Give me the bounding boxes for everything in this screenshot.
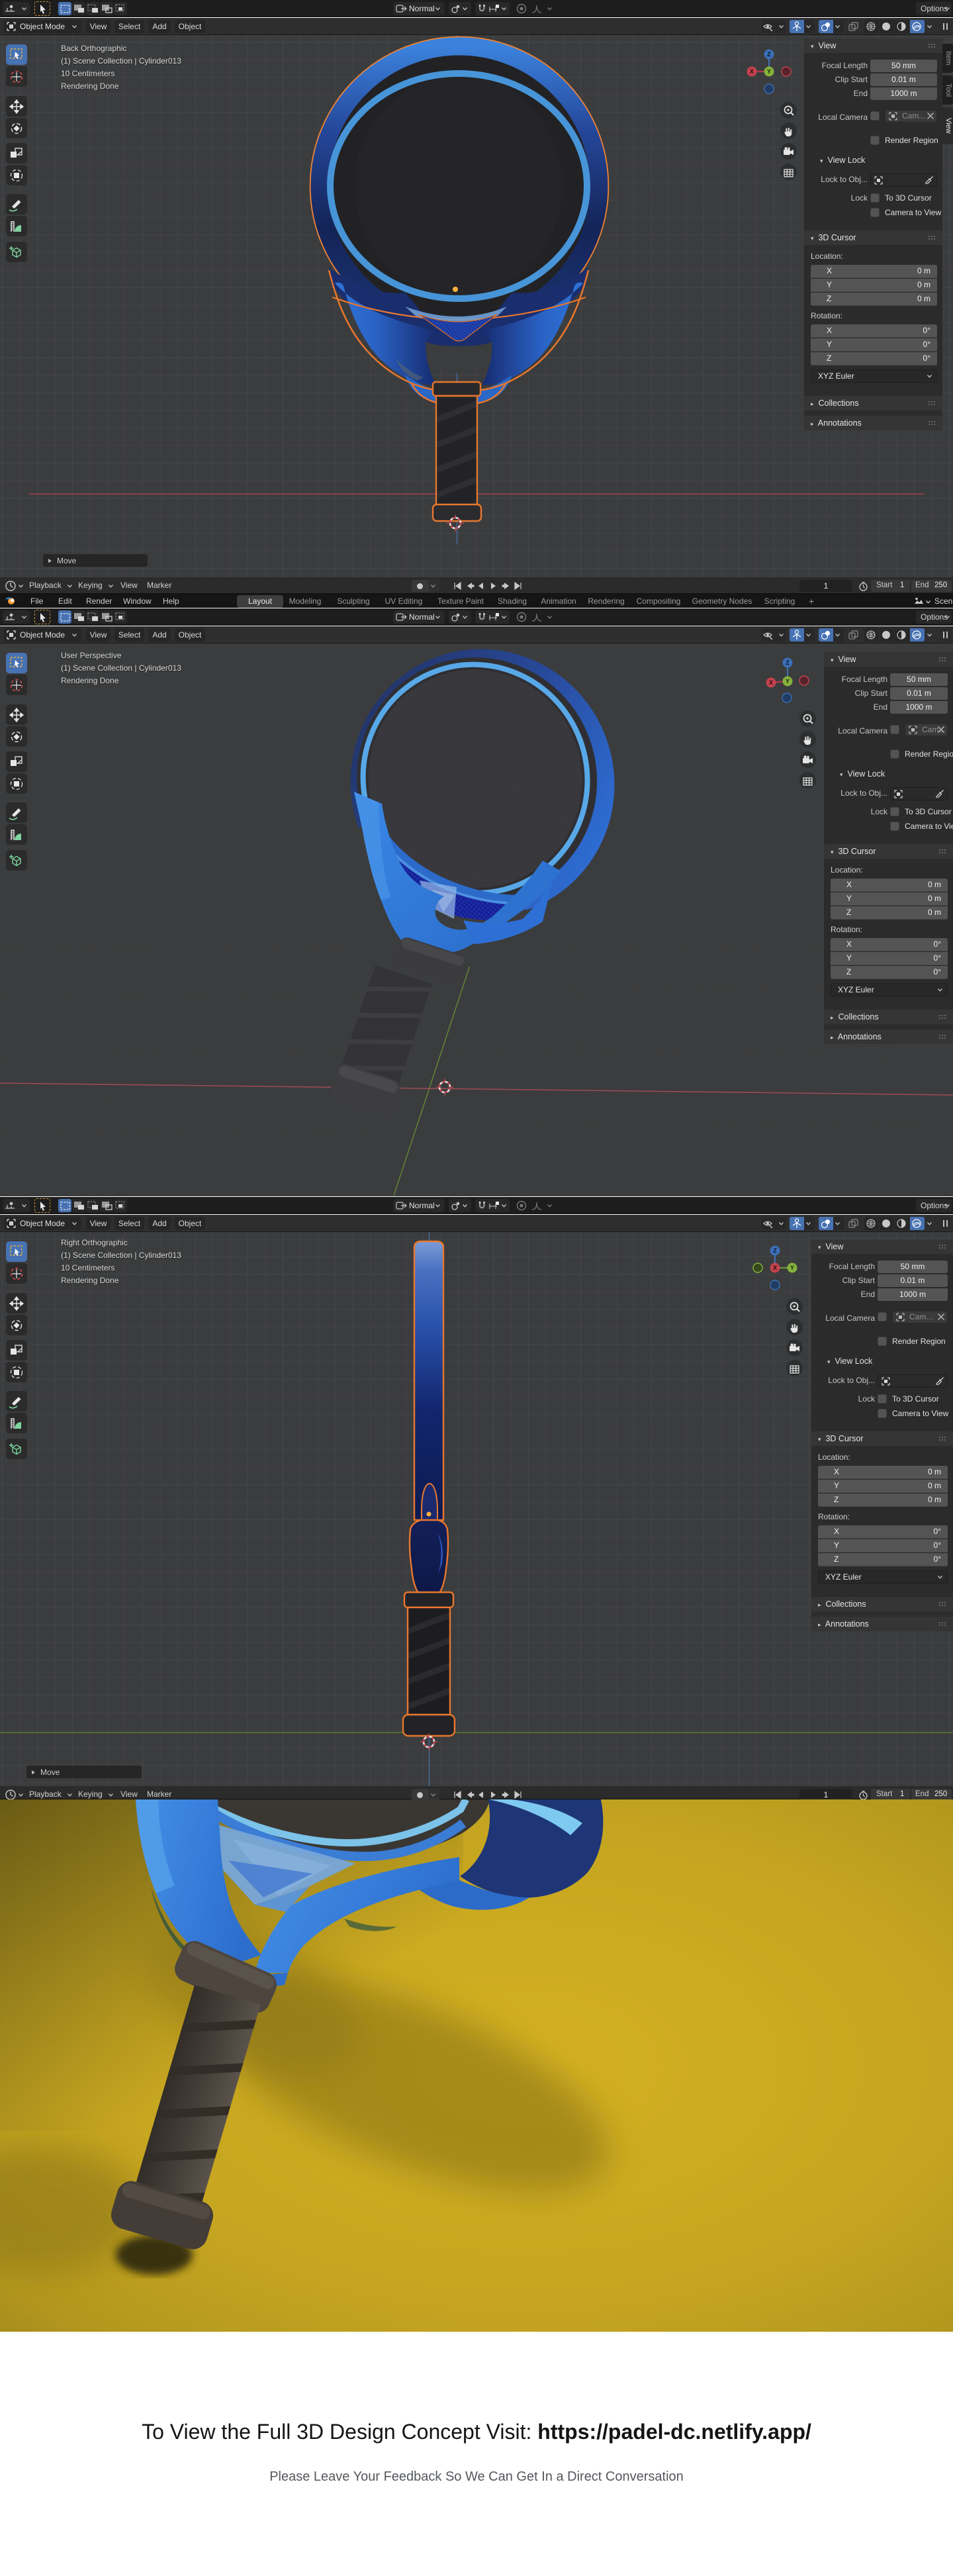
svg-text:X: X (769, 679, 773, 686)
svg-text:X: X (773, 1264, 777, 1271)
svg-text:Z: Z (773, 1247, 777, 1254)
svg-text:Y: Y (786, 678, 790, 685)
svg-text:Y: Y (767, 68, 771, 75)
svg-text:Z: Z (767, 51, 771, 58)
svg-text:Y: Y (790, 1264, 794, 1271)
svg-text:X: X (750, 68, 754, 75)
svg-text:Z: Z (786, 659, 790, 666)
